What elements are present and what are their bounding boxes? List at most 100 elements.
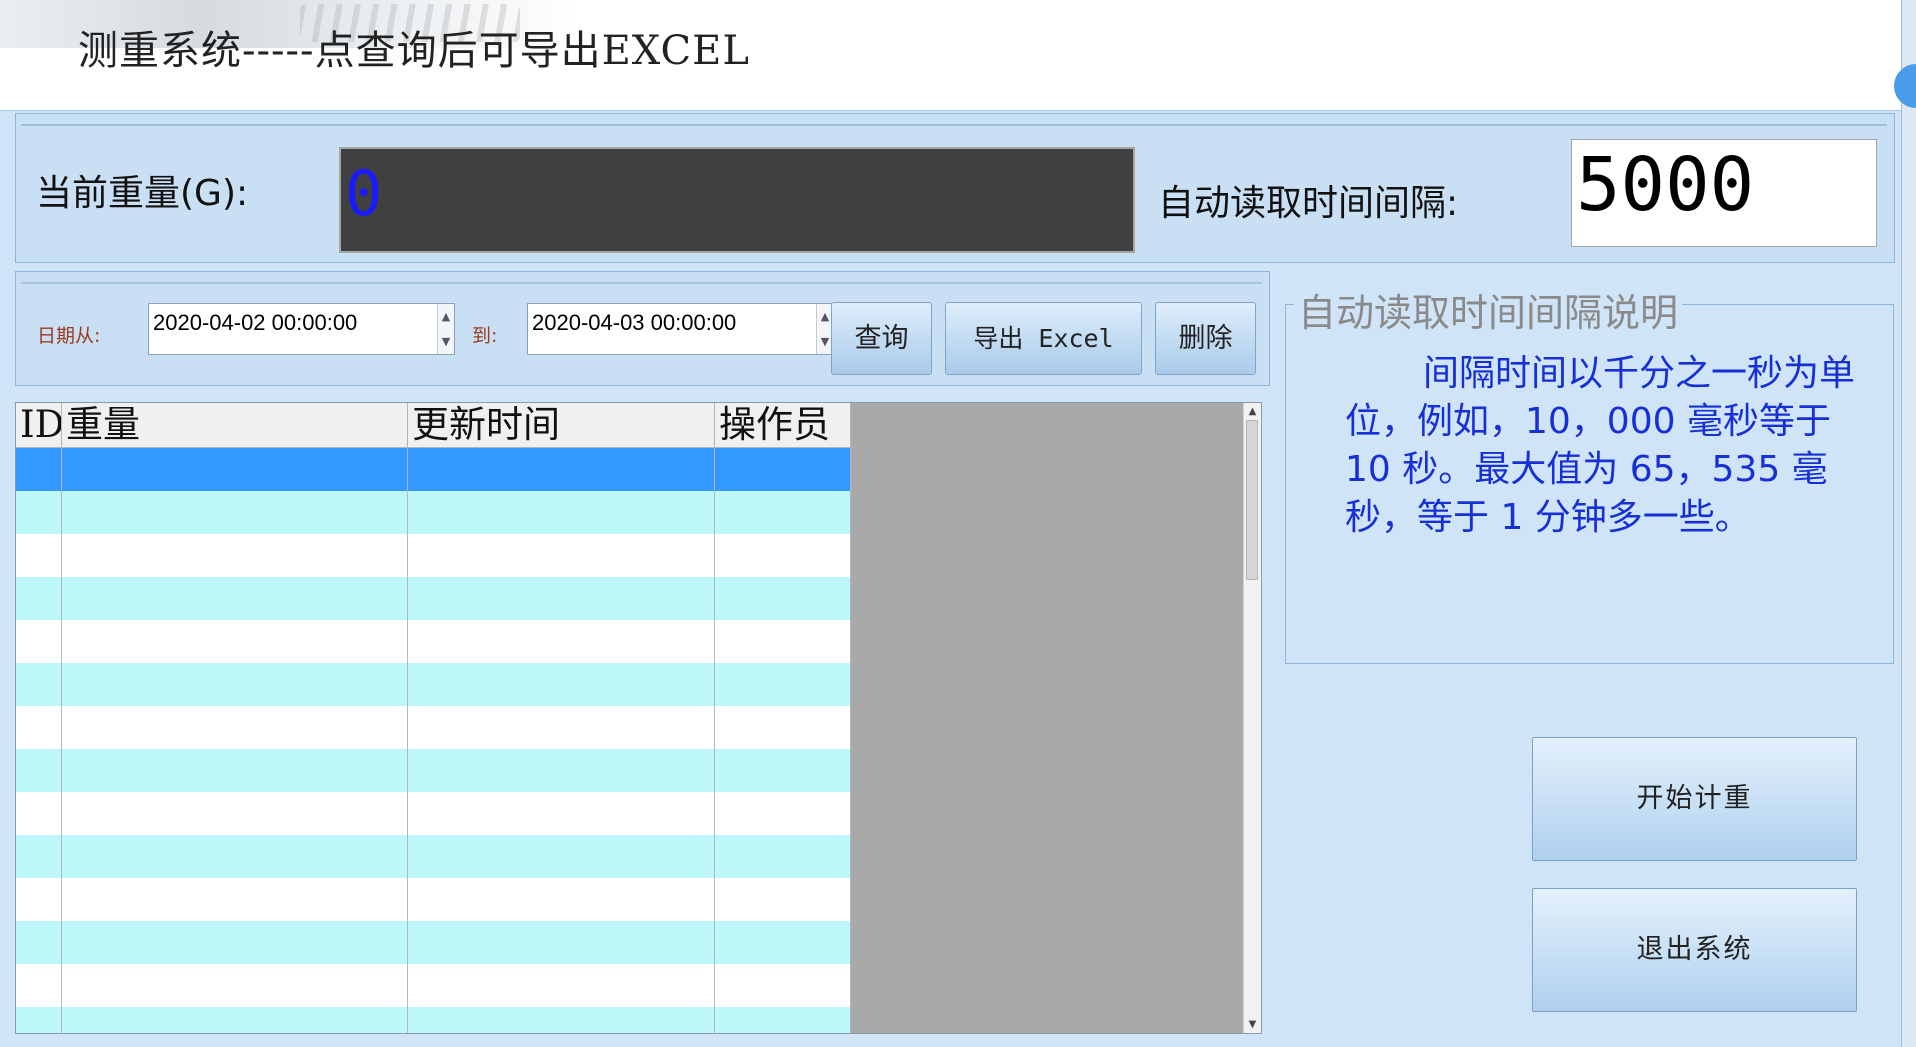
cell-id[interactable] xyxy=(16,964,62,1007)
date-from-picker[interactable]: 2020-04-02 00:00:00 ▲ ▼ xyxy=(148,303,455,355)
cell-operator[interactable] xyxy=(715,792,851,835)
cell-update-time[interactable] xyxy=(408,792,715,835)
cell-update-time[interactable] xyxy=(408,835,715,878)
cell-weight[interactable] xyxy=(62,835,408,878)
cell-operator[interactable] xyxy=(715,749,851,792)
cell-update-time[interactable] xyxy=(408,1007,715,1033)
cell-operator[interactable] xyxy=(715,878,851,921)
cell-id[interactable] xyxy=(16,706,62,749)
cell-id[interactable] xyxy=(16,835,62,878)
table-row[interactable] xyxy=(16,792,851,835)
cell-update-time[interactable] xyxy=(408,620,715,663)
cell-id[interactable] xyxy=(16,1007,62,1033)
cell-weight[interactable] xyxy=(62,491,408,534)
weighing-app-window: 测重系统-----点查询后可导出EXCEL 当前重量(G): 0 自动读取时间间… xyxy=(0,0,1916,1047)
weight-display: 0 xyxy=(339,147,1135,253)
cell-weight[interactable] xyxy=(62,878,408,921)
cell-weight[interactable] xyxy=(62,706,408,749)
cell-weight[interactable] xyxy=(62,921,408,964)
date-to-picker[interactable]: 2020-04-03 00:00:00 ▲ ▼ xyxy=(527,303,834,355)
column-header-operator[interactable]: 操作员 xyxy=(715,403,851,447)
column-header-weight[interactable]: 重量 xyxy=(62,403,408,447)
column-header-update-time[interactable]: 更新时间 xyxy=(408,403,715,447)
panel-divider xyxy=(21,282,1262,284)
exit-system-button[interactable]: 退出系统 xyxy=(1532,888,1857,1012)
cell-operator[interactable] xyxy=(715,964,851,1007)
cell-operator[interactable] xyxy=(715,448,851,491)
delete-button[interactable]: 删除 xyxy=(1155,302,1256,375)
table-row[interactable] xyxy=(16,1007,851,1033)
query-panel: 日期从: 2020-04-02 00:00:00 ▲ ▼ 到: 2020-04-… xyxy=(15,271,1270,386)
start-weighing-button[interactable]: 开始计重 xyxy=(1532,737,1857,861)
spin-down-icon[interactable]: ▼ xyxy=(438,329,454,354)
cell-operator[interactable] xyxy=(715,835,851,878)
cell-id[interactable] xyxy=(16,749,62,792)
cell-update-time[interactable] xyxy=(408,921,715,964)
current-weight-label: 当前重量(G): xyxy=(36,173,249,214)
cell-update-time[interactable] xyxy=(408,964,715,1007)
cell-update-time[interactable] xyxy=(408,706,715,749)
grid-vertical-scrollbar[interactable]: ▲ ▼ xyxy=(1243,403,1261,1033)
table-row[interactable] xyxy=(16,620,851,663)
table-row[interactable] xyxy=(16,964,851,1007)
table-row[interactable] xyxy=(16,534,851,577)
cell-id[interactable] xyxy=(16,491,62,534)
cell-weight[interactable] xyxy=(62,1007,408,1033)
query-button[interactable]: 查询 xyxy=(831,302,932,375)
scrollbar-thumb[interactable] xyxy=(1246,420,1258,580)
date-to-label: 到: xyxy=(472,325,498,347)
cell-weight[interactable] xyxy=(62,749,408,792)
table-row[interactable] xyxy=(16,448,851,491)
table-row[interactable] xyxy=(16,878,851,921)
table-row[interactable] xyxy=(16,706,851,749)
table-row[interactable] xyxy=(16,577,851,620)
cell-weight[interactable] xyxy=(62,577,408,620)
cell-operator[interactable] xyxy=(715,577,851,620)
cell-id[interactable] xyxy=(16,921,62,964)
cell-update-time[interactable] xyxy=(408,663,715,706)
table-row[interactable] xyxy=(16,835,851,878)
records-grid[interactable]: ID 重量 更新时间 操作员 ▲ ▼ xyxy=(15,402,1262,1034)
cell-update-time[interactable] xyxy=(408,448,715,491)
cell-id[interactable] xyxy=(16,620,62,663)
cell-weight[interactable] xyxy=(62,964,408,1007)
cell-operator[interactable] xyxy=(715,1007,851,1033)
spin-up-icon[interactable]: ▲ xyxy=(438,304,454,329)
cell-operator[interactable] xyxy=(715,534,851,577)
cell-operator[interactable] xyxy=(715,921,851,964)
cell-id[interactable] xyxy=(16,663,62,706)
cell-operator[interactable] xyxy=(715,663,851,706)
table-row[interactable] xyxy=(16,921,851,964)
cell-update-time[interactable] xyxy=(408,491,715,534)
cell-operator[interactable] xyxy=(715,491,851,534)
grid-table: ID 重量 更新时间 操作员 xyxy=(16,403,851,1033)
scroll-up-icon[interactable]: ▲ xyxy=(1244,403,1261,420)
app-title: 测重系统-----点查询后可导出EXCEL xyxy=(78,28,750,74)
grid-body xyxy=(16,448,851,1033)
cell-id[interactable] xyxy=(16,878,62,921)
date-from-spinner[interactable]: ▲ ▼ xyxy=(437,304,454,354)
scroll-down-icon[interactable]: ▼ xyxy=(1244,1016,1261,1033)
cell-operator[interactable] xyxy=(715,706,851,749)
interval-input[interactable]: 5000 xyxy=(1571,139,1877,247)
cell-update-time[interactable] xyxy=(408,878,715,921)
cell-id[interactable] xyxy=(16,792,62,835)
cell-weight[interactable] xyxy=(62,620,408,663)
title-banner: 测重系统-----点查询后可导出EXCEL xyxy=(0,0,1902,111)
export-excel-button[interactable]: 导出 Excel xyxy=(945,302,1142,375)
cell-id[interactable] xyxy=(16,577,62,620)
cell-weight[interactable] xyxy=(62,448,408,491)
cell-update-time[interactable] xyxy=(408,577,715,620)
cell-operator[interactable] xyxy=(715,620,851,663)
cell-weight[interactable] xyxy=(62,663,408,706)
cell-update-time[interactable] xyxy=(408,749,715,792)
table-row[interactable] xyxy=(16,491,851,534)
cell-update-time[interactable] xyxy=(408,534,715,577)
cell-id[interactable] xyxy=(16,448,62,491)
column-header-id[interactable]: ID xyxy=(16,403,62,447)
table-row[interactable] xyxy=(16,749,851,792)
table-row[interactable] xyxy=(16,663,851,706)
cell-id[interactable] xyxy=(16,534,62,577)
cell-weight[interactable] xyxy=(62,792,408,835)
cell-weight[interactable] xyxy=(62,534,408,577)
